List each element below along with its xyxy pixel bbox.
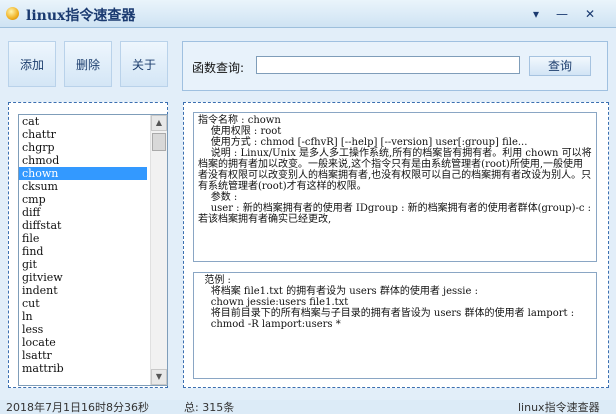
command-info-text[interactable]: 指令名称 : chown 使用权限 : root 使用方式 : chmod [-…	[193, 112, 597, 262]
status-count: 总: 315条	[184, 401, 235, 414]
command-list-item[interactable]: mattrib	[19, 362, 147, 375]
minimize-icon[interactable]: —	[554, 6, 570, 22]
window-title: linux指令速查器	[26, 8, 136, 24]
example-line: 将目前目录下的所有档案与子目录的拥有者皆设为 users 群体的使用者 lamp…	[198, 308, 575, 319]
command-list-item[interactable]: gitview	[19, 271, 147, 284]
command-list-item[interactable]: cmp	[19, 193, 147, 206]
info-line: 参数 :	[198, 192, 238, 203]
command-list-item[interactable]: git	[19, 258, 147, 271]
command-list-item[interactable]: find	[19, 245, 147, 258]
menu-dropdown-icon[interactable]: ▾	[528, 6, 544, 22]
command-list-item[interactable]: cat	[19, 115, 147, 128]
close-icon[interactable]: ✕	[582, 6, 598, 22]
command-list-item[interactable]: cksum	[19, 180, 147, 193]
title-bar: linux指令速查器 ▾ — ✕	[0, 0, 616, 28]
info-line: 使用方式 : chmod [-cfhvR] [--help] [--versio…	[198, 137, 528, 148]
example-line: 将档案 file1.txt 的拥有者设为 users 群体的使用者 jessie…	[198, 286, 478, 297]
status-app-name: linux指令速查器	[518, 401, 600, 414]
command-list-item[interactable]: chgrp	[19, 141, 147, 154]
app-icon	[6, 7, 19, 20]
command-list-item[interactable]: chattr	[19, 128, 147, 141]
command-list-item[interactable]: chown	[19, 167, 147, 180]
delete-button[interactable]: 删除	[64, 41, 112, 87]
command-example-text[interactable]: 范例 : 将档案 file1.txt 的拥有者设为 users 群体的使用者 j…	[193, 272, 597, 379]
command-list-item[interactable]: locate	[19, 336, 147, 349]
query-label: 函数查询:	[192, 61, 245, 75]
command-list-item[interactable]: chmod	[19, 154, 147, 167]
example-line: chmod -R lamport:users *	[198, 319, 341, 330]
command-list-item[interactable]: lsattr	[19, 349, 147, 362]
scroll-down-icon[interactable]: ▼	[151, 369, 167, 385]
status-datetime: 2018年7月1日16时8分36秒	[6, 401, 149, 414]
add-button[interactable]: 添加	[8, 41, 56, 87]
query-panel: 函数查询: 查询	[182, 41, 608, 91]
query-button[interactable]: 查询	[529, 56, 591, 76]
info-line: user : 新的档案拥有者的使用者 IDgroup : 新的档案拥有者的使用者…	[198, 203, 595, 225]
status-bar: 2018年7月1日16时8分36秒 总: 315条 linux指令速查器	[0, 396, 616, 414]
command-list[interactable]: cat chattr chgrp chmod chown cksum cmp diff diff…	[18, 114, 168, 386]
command-list-item[interactable]: ln	[19, 310, 147, 323]
example-line: 范例 :	[198, 275, 231, 286]
command-list-item[interactable]: less	[19, 323, 147, 336]
info-line: 指令名称 : chown	[198, 115, 281, 126]
query-input[interactable]	[256, 56, 520, 74]
info-line: 说明 : Linux/Unix 是多人多工操作系统,所有的档案皆有拥有者。利用 …	[198, 148, 592, 192]
command-list-item[interactable]: diffstat	[19, 219, 147, 232]
info-line: 使用权限 : root	[198, 126, 282, 137]
command-list-item[interactable]: cut	[19, 297, 147, 310]
about-button[interactable]: 关于	[120, 41, 168, 87]
detail-panel: 指令名称 : chown 使用权限 : root 使用方式 : chmod [-…	[183, 102, 609, 388]
command-list-item[interactable]: diff	[19, 206, 147, 219]
scroll-up-icon[interactable]: ▲	[151, 115, 167, 131]
example-line: chown jessie:users file1.txt	[198, 297, 349, 308]
scroll-thumb[interactable]	[152, 133, 166, 151]
list-scrollbar[interactable]: ▲ ▼	[150, 115, 167, 385]
command-list-item[interactable]: file	[19, 232, 147, 245]
command-list-panel: cat chattr chgrp chmod chown cksum cmp diff diff…	[8, 102, 168, 388]
command-list-item[interactable]: indent	[19, 284, 147, 297]
